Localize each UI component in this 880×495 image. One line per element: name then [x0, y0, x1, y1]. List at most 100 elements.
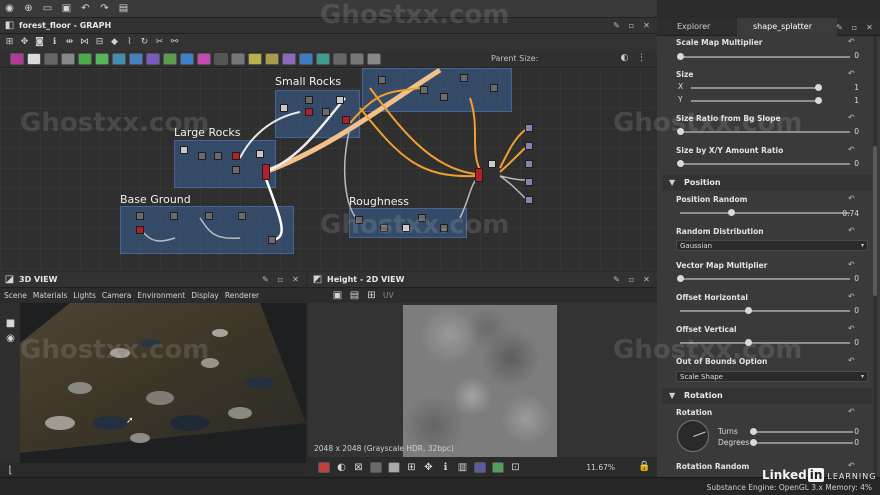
- reset-icon[interactable]: ↶: [848, 70, 857, 78]
- checker-icon[interactable]: [370, 461, 382, 473]
- reset-icon[interactable]: ↶: [848, 325, 857, 333]
- refresh-icon[interactable]: ↻: [139, 37, 150, 48]
- graph-node[interactable]: [402, 224, 410, 232]
- gradient-map-node-icon[interactable]: [146, 53, 160, 65]
- tools-icon[interactable]: ✂: [154, 37, 165, 48]
- color-picker-icon[interactable]: [492, 461, 504, 473]
- close-icon[interactable]: ✕: [291, 275, 300, 284]
- float-icon[interactable]: ▫: [276, 275, 285, 284]
- size-ratio-slider[interactable]: [680, 131, 850, 133]
- links-icon[interactable]: ⌇: [124, 37, 135, 48]
- directional-warp-node-icon[interactable]: [78, 53, 92, 65]
- slider-handle[interactable]: [815, 97, 822, 104]
- menu-renderer[interactable]: Renderer: [225, 291, 259, 300]
- properties-scrollbar[interactable]: [873, 36, 877, 477]
- menu-lights[interactable]: Lights: [73, 291, 96, 300]
- normal-node-icon[interactable]: [214, 53, 228, 65]
- turns-value[interactable]: 0: [854, 427, 859, 436]
- blend-node-icon[interactable]: [10, 53, 24, 65]
- slider-handle[interactable]: [750, 428, 757, 435]
- position-random-slider[interactable]: [680, 212, 850, 214]
- tiling-icon[interactable]: ⊞: [366, 290, 377, 301]
- graph-node[interactable]: [380, 224, 388, 232]
- size-xy-slider[interactable]: [680, 163, 850, 165]
- frame-icon[interactable]: ⊞: [4, 37, 15, 48]
- graph-node[interactable]: [198, 152, 206, 160]
- scale-map-multiplier-slider[interactable]: [680, 56, 850, 58]
- position-random-value[interactable]: 0.74: [842, 209, 859, 218]
- pin-icon[interactable]: ✎: [612, 21, 621, 30]
- info-icon[interactable]: ℹ: [49, 37, 60, 48]
- graph-node[interactable]: [342, 116, 350, 124]
- levels-node-icon[interactable]: [197, 53, 211, 65]
- degrees-slider[interactable]: [753, 442, 853, 444]
- graph-node[interactable]: [205, 212, 213, 220]
- redo-icon[interactable]: ↷: [99, 3, 110, 14]
- graph-node[interactable]: [336, 96, 344, 104]
- reset-icon[interactable]: ↶: [848, 146, 857, 154]
- 3d-viewport[interactable]: ➚: [20, 303, 306, 463]
- camera-icon[interactable]: ◙: [34, 37, 45, 48]
- reset-icon[interactable]: ↶: [848, 261, 857, 269]
- output-node[interactable]: [525, 124, 533, 132]
- out-of-bounds-dropdown[interactable]: Scale Shape ▾: [676, 371, 868, 382]
- vector-map-multiplier-slider[interactable]: [680, 278, 850, 280]
- input-node-icon[interactable]: [316, 53, 330, 65]
- scale-map-multiplier-value[interactable]: 0: [854, 51, 859, 60]
- reset-icon[interactable]: ↶: [848, 293, 857, 301]
- light-bulb-icon[interactable]: ◉: [5, 333, 16, 344]
- graph-node[interactable]: [322, 108, 330, 116]
- slider-handle[interactable]: [750, 439, 757, 446]
- graph-node[interactable]: [136, 212, 144, 220]
- slider-handle[interactable]: [677, 128, 684, 135]
- graph-node[interactable]: [378, 76, 386, 84]
- move-icon[interactable]: ✥: [19, 37, 30, 48]
- graph-node[interactable]: [268, 236, 276, 244]
- text-node-icon[interactable]: [282, 53, 296, 65]
- menu-scene[interactable]: Scene: [4, 291, 27, 300]
- size-xy-value[interactable]: 0: [854, 159, 859, 168]
- save-icon[interactable]: ▣: [61, 3, 72, 14]
- position-section-header[interactable]: ▼ Position: [662, 175, 872, 191]
- pin-icon[interactable]: ✎: [612, 275, 621, 284]
- graph-node[interactable]: [305, 108, 313, 116]
- open-folder-icon[interactable]: ▭: [42, 3, 53, 14]
- size-x-slider[interactable]: [691, 87, 821, 89]
- save-image-icon[interactable]: ▣: [332, 290, 343, 301]
- output-node[interactable]: [525, 142, 533, 150]
- output-node[interactable]: [525, 160, 533, 168]
- layout-icon[interactable]: ⊟: [94, 37, 105, 48]
- comment-node-icon[interactable]: [333, 53, 347, 65]
- tab-shape-splatter[interactable]: shape_splatter: [737, 18, 837, 36]
- close-icon[interactable]: ✕: [642, 21, 651, 30]
- histogram-icon[interactable]: ▥: [457, 462, 468, 473]
- hsl-node-icon[interactable]: [180, 53, 194, 65]
- more-icon[interactable]: ⋮: [636, 53, 647, 64]
- graph-node[interactable]: [262, 164, 270, 180]
- float-icon[interactable]: ▫: [627, 21, 636, 30]
- output-node[interactable]: [525, 178, 533, 186]
- 2d-viewport[interactable]: 2048 x 2048 (Grayscale HDR, 32bpc): [308, 303, 657, 457]
- graph-node[interactable]: [440, 224, 448, 232]
- tab-explorer[interactable]: Explorer: [667, 18, 737, 36]
- slider-handle[interactable]: [677, 160, 684, 167]
- scrollbar-thumb[interactable]: [873, 146, 877, 296]
- graph-canvas[interactable]: Small Rocks Large Rocks Base Ground Roug…: [0, 68, 657, 271]
- size-y-value[interactable]: 1: [854, 96, 859, 105]
- reset-icon[interactable]: ↶: [848, 357, 857, 365]
- undo-icon[interactable]: ↶: [80, 3, 91, 14]
- offset-vertical-value[interactable]: 0: [854, 338, 859, 347]
- menu-environment[interactable]: Environment: [137, 291, 185, 300]
- rotation-section-header[interactable]: ▼ Rotation: [662, 388, 872, 404]
- hierarchy-icon[interactable]: ⋈: [79, 37, 90, 48]
- offset-vertical-slider[interactable]: [680, 342, 850, 344]
- fxmap-node-icon[interactable]: [129, 53, 143, 65]
- offset-horizontal-slider[interactable]: [680, 310, 850, 312]
- close-icon[interactable]: ✕: [642, 275, 651, 284]
- lock-icon[interactable]: 🔒: [638, 461, 650, 472]
- degrees-value[interactable]: 0: [854, 438, 859, 447]
- float-icon[interactable]: ▫: [850, 23, 859, 32]
- close-icon[interactable]: ✕: [865, 23, 874, 32]
- output-node[interactable]: [525, 196, 533, 204]
- size-ratio-value[interactable]: 0: [854, 127, 859, 136]
